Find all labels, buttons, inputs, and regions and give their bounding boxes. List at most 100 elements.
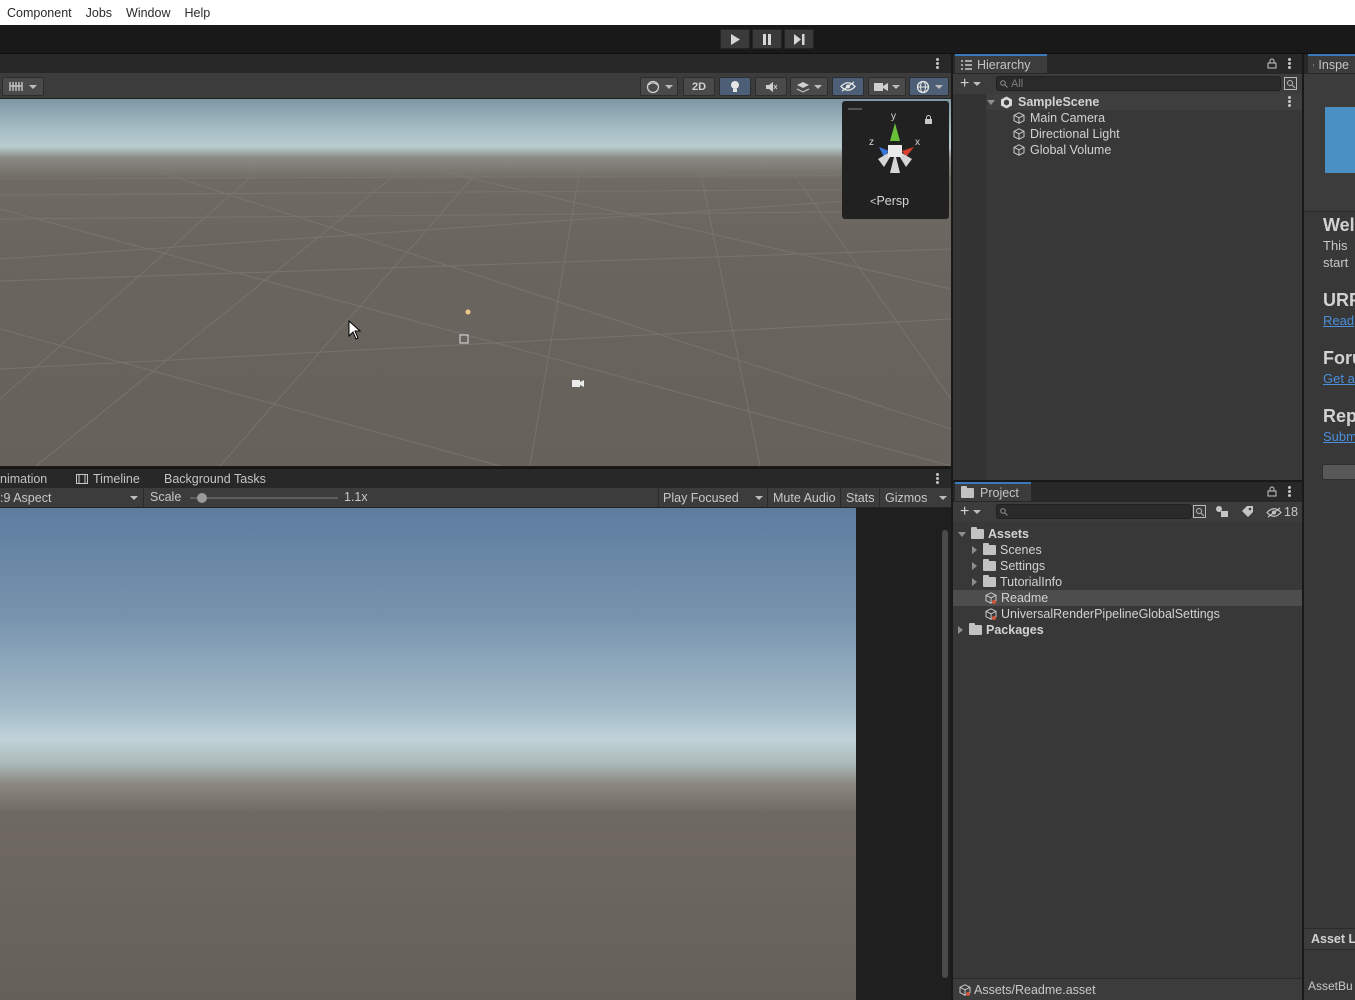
collapse-arrow-icon[interactable] <box>972 562 977 570</box>
collapse-arrow-icon[interactable] <box>972 578 977 586</box>
gizmos-dropdown[interactable] <box>909 77 949 96</box>
unity-scene-icon <box>1001 96 1012 108</box>
bottom-panel-menu-icon[interactable] <box>936 473 939 484</box>
play-mode-dropdown[interactable]: Play Focused <box>658 488 768 508</box>
gizmo-drag-handle[interactable] <box>848 108 862 110</box>
toggle-2d-button[interactable]: 2D <box>683 77 715 96</box>
project-asset-urp-global-settings[interactable]: UniversalRenderPipelineGlobalSettings <box>985 606 1220 622</box>
game-gizmos-dropdown[interactable]: Gizmos <box>881 488 951 508</box>
axis-x-label: x <box>915 137 920 148</box>
create-dropdown[interactable]: + <box>960 76 986 92</box>
game-scrollbar[interactable] <box>942 530 948 978</box>
scale-value: 1.1x <box>344 490 368 504</box>
filter-by-type-icon[interactable] <box>1215 505 1229 518</box>
projection-label: Persp <box>876 194 910 208</box>
hierarchy-item-main-camera[interactable]: Main Camera <box>1013 110 1105 126</box>
project-status-bar: Assets/Readme.asset <box>953 978 1302 1000</box>
project-folder-assets[interactable]: Assets <box>958 526 1029 542</box>
folder-open-icon <box>971 527 984 539</box>
asset-bundle-label: AssetBu <box>1308 979 1353 993</box>
axis-z-label: z <box>869 137 874 148</box>
directional-light-gizmo-icon[interactable] <box>462 306 474 318</box>
pause-button[interactable] <box>752 29 782 49</box>
stats-toggle[interactable]: Stats <box>842 488 880 508</box>
camera-gizmo-icon[interactable] <box>571 376 585 388</box>
inspector-heading-urp: URP <box>1323 290 1355 310</box>
project-search-input[interactable] <box>996 504 1192 519</box>
project-asset-readme[interactable]: Readme <box>953 590 1302 606</box>
asset-labels-header[interactable]: Asset L <box>1304 928 1355 950</box>
info-icon <box>1313 63 1315 66</box>
lock-icon[interactable] <box>1267 58 1277 69</box>
orientation-gizmo[interactable]: y x z <Persp <box>842 101 949 219</box>
inspector-link-urp[interactable]: Read <box>1323 313 1354 328</box>
expand-arrow-icon[interactable] <box>987 99 995 105</box>
scene-visibility-toggle[interactable] <box>832 77 864 96</box>
step-button[interactable] <box>784 29 814 49</box>
globe-icon <box>916 80 929 93</box>
audio-toggle-button[interactable] <box>755 77 787 96</box>
tab-project[interactable]: Project <box>955 482 1031 501</box>
game-toolbar: :9 Aspect Scale 1.1x Play Focused Mute A… <box>0 488 951 508</box>
project-folder-scenes[interactable]: Scenes <box>972 542 1042 558</box>
search-scope-icon[interactable] <box>1193 505 1206 518</box>
hierarchy-search-input[interactable]: All <box>996 76 1281 91</box>
inspector-button[interactable] <box>1322 464 1355 480</box>
hierarchy-item-directional-light[interactable]: Directional Light <box>1013 126 1120 142</box>
inspector-link-forum[interactable]: Get a <box>1323 371 1355 386</box>
expand-arrow-icon[interactable] <box>958 531 966 537</box>
menu-window[interactable]: Window <box>119 6 177 20</box>
lighting-toggle-button[interactable] <box>719 77 751 96</box>
scale-slider[interactable] <box>190 493 338 503</box>
project-toolbar: + 18 <box>953 502 1302 522</box>
tab-animation[interactable]: nimation <box>0 469 53 488</box>
hidden-packages-toggle[interactable]: 18 <box>1266 504 1298 520</box>
tab-timeline[interactable]: Timeline <box>70 469 146 488</box>
mute-audio-toggle[interactable]: Mute Audio <box>769 488 841 508</box>
tab-background-tasks[interactable]: Background Tasks <box>158 469 272 488</box>
global-volume-gizmo-icon[interactable] <box>458 333 470 345</box>
scene-menu-icon[interactable] <box>936 58 939 69</box>
tab-hierarchy[interactable]: Hierarchy <box>955 54 1047 73</box>
hidden-count-badge: 18 <box>1284 505 1298 519</box>
shading-mode-dropdown[interactable] <box>640 77 678 96</box>
project-folder-tutorialinfo[interactable]: TutorialInfo <box>972 574 1062 590</box>
axis-gizmo-icon[interactable]: y x z <box>862 109 932 181</box>
scene-viewport[interactable] <box>0 99 951 466</box>
play-icon <box>731 33 740 45</box>
inspector-link-report[interactable]: Subm <box>1323 429 1355 444</box>
hierarchy-gutter <box>953 94 986 480</box>
menu-jobs[interactable]: Jobs <box>79 6 119 20</box>
hierarchy-tree: SampleScene Main Camera Directional Ligh… <box>953 94 1302 480</box>
hierarchy-menu-icon[interactable] <box>1288 58 1291 69</box>
scene-menu-icon[interactable] <box>1288 96 1291 107</box>
hierarchy-item-global-volume[interactable]: Global Volume <box>1013 142 1111 158</box>
lock-icon[interactable] <box>1267 486 1277 497</box>
effects-dropdown[interactable] <box>790 77 828 96</box>
inspector-panel: Wel This start URP Read Foru Get a Rep S… <box>1304 74 1355 1000</box>
search-scope-icon[interactable] <box>1284 77 1297 90</box>
projection-toggle[interactable]: <Persp <box>870 194 909 208</box>
project-folder-settings[interactable]: Settings <box>972 558 1045 574</box>
menu-help[interactable]: Help <box>178 6 218 20</box>
camera-settings-dropdown[interactable] <box>868 77 906 96</box>
project-menu-icon[interactable] <box>1288 486 1291 497</box>
view-options-dropdown[interactable] <box>2 77 44 96</box>
create-asset-dropdown[interactable]: + <box>960 504 986 520</box>
scale-slider-thumb[interactable] <box>196 493 207 503</box>
game-viewport[interactable] <box>0 508 856 1000</box>
project-folder-packages[interactable]: Packages <box>958 622 1044 638</box>
film-icon <box>76 473 88 484</box>
project-tab-bar: Project <box>953 482 1302 502</box>
inspector-tab-bar: Inspe <box>1304 54 1355 74</box>
menu-component[interactable]: Component <box>0 6 79 20</box>
collapse-arrow-icon[interactable] <box>972 546 977 554</box>
scene-grid <box>0 168 951 466</box>
collapse-arrow-icon[interactable] <box>958 626 963 634</box>
scene-row[interactable]: SampleScene <box>987 94 1302 110</box>
tab-inspector[interactable]: Inspe <box>1308 54 1355 73</box>
aspect-dropdown[interactable]: :9 Aspect <box>0 490 142 506</box>
camera-icon <box>874 82 888 91</box>
filter-by-label-icon[interactable] <box>1241 505 1254 518</box>
play-button[interactable] <box>720 29 750 49</box>
